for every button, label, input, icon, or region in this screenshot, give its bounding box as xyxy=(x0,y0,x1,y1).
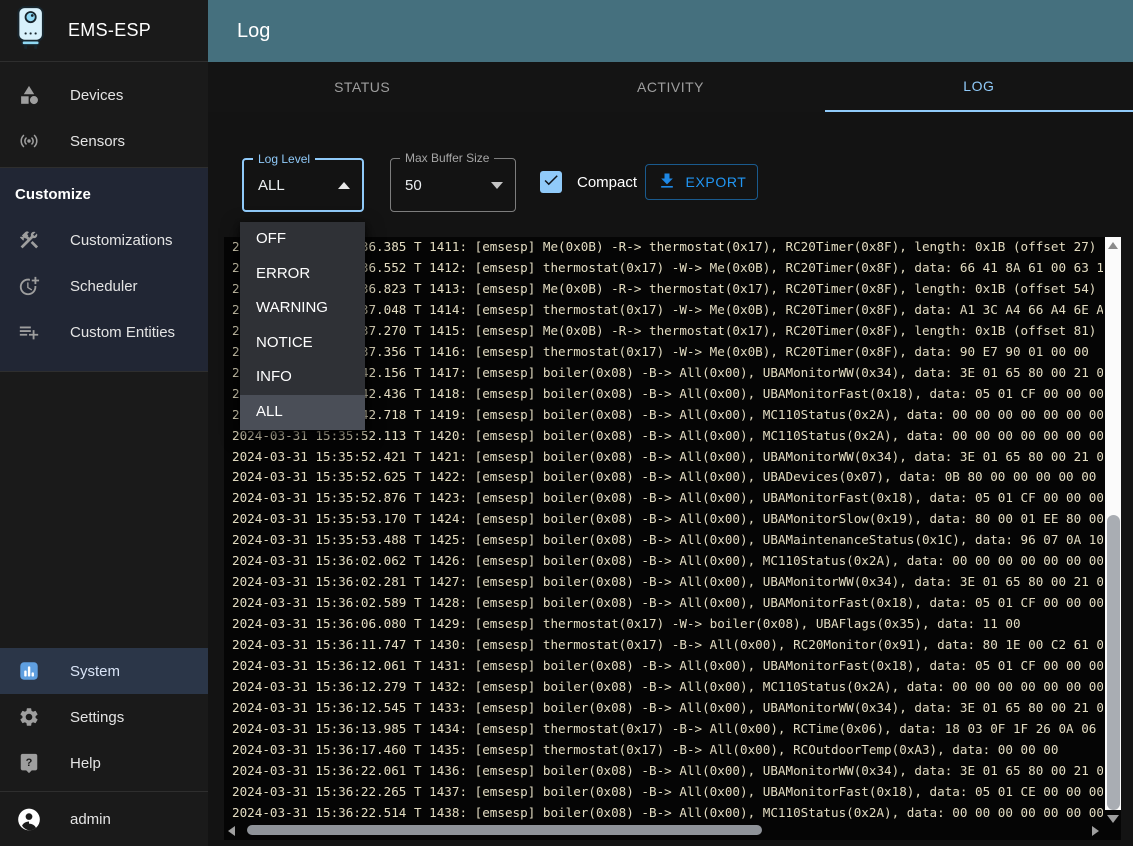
log-level-select[interactable]: Log Level ALL xyxy=(242,158,364,212)
settings-gear-icon xyxy=(16,705,42,729)
app-header: EMS-ESP xyxy=(0,0,208,62)
system-analytics-icon xyxy=(16,659,42,683)
log-line: 2024-03-31 15:36:12.279 T 1432: [emsesp]… xyxy=(232,677,1103,698)
boiler-logo-icon xyxy=(12,5,52,56)
sidebar-item-settings[interactable]: Settings xyxy=(0,694,208,740)
page-title: Log xyxy=(208,20,270,43)
compact-checkbox-label: Compact xyxy=(577,174,637,191)
log-level-option-error[interactable]: ERROR xyxy=(240,257,365,292)
user-name: admin xyxy=(70,811,111,828)
svg-text:?: ? xyxy=(26,757,33,769)
tab-status[interactable]: STATUS xyxy=(208,62,516,112)
compact-checkbox[interactable] xyxy=(540,171,562,193)
log-line: 2024-03-31 15:36:22.514 T 1438: [emsesp]… xyxy=(232,803,1103,824)
sidebar-customize-nav: Customizations Scheduler Custom Entities xyxy=(0,217,208,355)
tab-activity[interactable]: ACTIVITY xyxy=(516,62,824,112)
sidebar-item-customizations[interactable]: Customizations xyxy=(0,217,208,263)
sidebar-item-system[interactable]: System xyxy=(0,648,208,694)
vertical-scrollbar[interactable] xyxy=(1105,237,1121,810)
log-line: 2024-03-31 15:36:11.747 T 1430: [emsesp]… xyxy=(232,635,1103,656)
scroll-down-arrow-icon[interactable] xyxy=(1107,815,1119,823)
export-button[interactable]: EXPORT xyxy=(645,164,758,200)
sidebar: EMS-ESP Devices Sensors Customize xyxy=(0,0,208,846)
ems-esp-app: EMS-ESP Devices Sensors Customize xyxy=(0,0,1133,846)
log-level-select-value: ALL xyxy=(258,160,285,210)
scheduler-clock-plus-icon xyxy=(16,274,42,298)
log-line: 2024-03-31 15:36:12.061 T 1431: [emsesp]… xyxy=(232,656,1103,677)
sidebar-item-help[interactable]: ? Help xyxy=(0,740,208,786)
help-bubble-icon: ? xyxy=(16,751,42,775)
sensors-icon xyxy=(16,129,42,153)
log-line: 2024-03-31 15:35:52.421 T 1421: [emsesp]… xyxy=(232,447,1103,468)
custom-entities-playlist-icon xyxy=(16,320,42,344)
sidebar-item-sensors[interactable]: Sensors xyxy=(0,118,208,164)
log-line: 2024-03-31 15:36:02.589 T 1428: [emsesp]… xyxy=(232,593,1103,614)
log-line: 2024-03-31 15:35:52.876 T 1423: [emsesp]… xyxy=(232,488,1103,509)
horizontal-scrollbar-thumb[interactable] xyxy=(247,825,762,835)
log-line: 2024-03-31 15:36:13.985 T 1434: [emsesp]… xyxy=(232,719,1103,740)
appbar: Log xyxy=(208,0,1133,62)
customize-section: Customize Customizations Scheduler xyxy=(0,167,208,372)
sidebar-main-nav: Devices Sensors xyxy=(0,72,208,164)
scroll-right-arrow-icon[interactable] xyxy=(1092,826,1099,836)
download-icon xyxy=(657,171,677,194)
log-line: 2024-03-31 15:36:02.062 T 1426: [emsesp]… xyxy=(232,551,1103,572)
sidebar-bottom-nav: System Settings ? Help xyxy=(0,648,208,786)
log-level-option-off[interactable]: OFF xyxy=(240,222,365,257)
log-line: 2024-03-31 15:36:17.460 T 1435: [emsesp]… xyxy=(232,740,1103,761)
scroll-left-arrow-icon[interactable] xyxy=(228,826,235,836)
app-title: EMS-ESP xyxy=(68,20,151,41)
customizations-tools-icon xyxy=(16,228,42,252)
tabbar: STATUS ACTIVITY LOG xyxy=(208,62,1133,112)
vertical-scrollbar-thumb[interactable] xyxy=(1107,515,1120,810)
log-level-option-all[interactable]: ALL xyxy=(240,395,365,430)
max-buffer-size-select[interactable]: Max Buffer Size 50 xyxy=(390,158,516,212)
compact-control: Compact xyxy=(540,168,637,196)
log-line: 2024-03-31 15:36:06.080 T 1429: [emsesp]… xyxy=(232,614,1103,635)
log-line: 2024-03-31 15:36:12.545 T 1433: [emsesp]… xyxy=(232,698,1103,719)
devices-category-icon xyxy=(16,83,42,107)
sidebar-item-custom-entities[interactable]: Custom Entities xyxy=(0,309,208,355)
log-line: 2024-03-31 15:35:53.488 T 1425: [emsesp]… xyxy=(232,530,1103,551)
log-level-option-notice[interactable]: NOTICE xyxy=(240,326,365,361)
sidebar-item-scheduler[interactable]: Scheduler xyxy=(0,263,208,309)
max-buffer-size-select-value: 50 xyxy=(405,159,422,211)
account-icon xyxy=(16,808,42,832)
sidebar-item-devices[interactable]: Devices xyxy=(0,72,208,118)
log-line: 2024-03-31 15:36:22.265 T 1437: [emsesp]… xyxy=(232,782,1103,803)
tab-log[interactable]: LOG xyxy=(825,62,1133,112)
log-line: 2024-03-31 15:36:22.061 T 1436: [emsesp]… xyxy=(232,761,1103,782)
log-line: 2024-03-31 15:35:52.625 T 1422: [emsesp]… xyxy=(232,467,1103,488)
scroll-up-arrow-icon[interactable] xyxy=(1108,242,1118,249)
user-row: admin xyxy=(0,791,208,846)
log-level-option-info[interactable]: INFO xyxy=(240,360,365,395)
log-level-menu: OFF ERROR WARNING NOTICE INFO ALL xyxy=(240,222,365,430)
caret-down-icon xyxy=(491,182,503,189)
user-menu-button[interactable]: admin xyxy=(0,792,208,846)
caret-up-icon xyxy=(338,182,350,189)
log-level-option-warning[interactable]: WARNING xyxy=(240,291,365,326)
check-icon xyxy=(542,171,560,194)
customize-section-header: Customize xyxy=(0,168,208,217)
horizontal-scrollbar[interactable] xyxy=(224,824,1121,838)
log-line: 2024-03-31 15:35:53.170 T 1424: [emsesp]… xyxy=(232,509,1103,530)
log-line: 2024-03-31 15:36:02.281 T 1427: [emsesp]… xyxy=(232,572,1103,593)
